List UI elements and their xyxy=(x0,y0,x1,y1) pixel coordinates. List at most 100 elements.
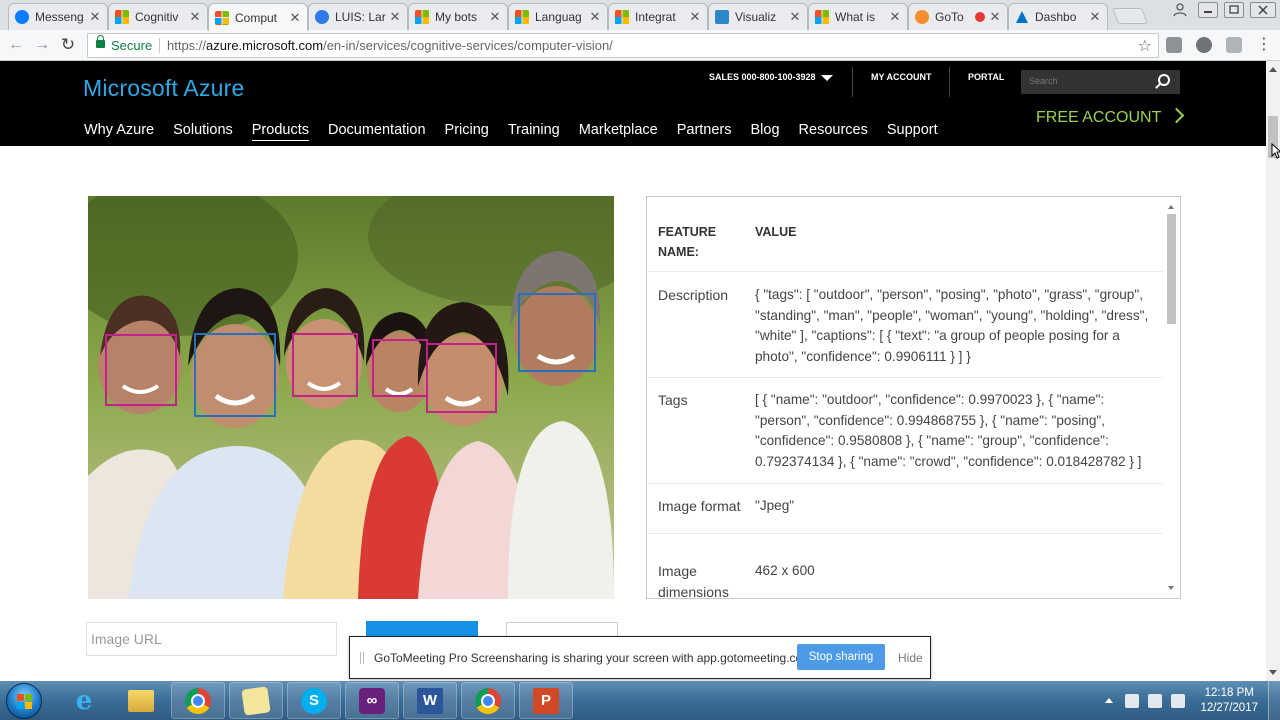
tab-computer-vision[interactable]: Comput ✕ xyxy=(208,3,308,31)
tab-messenger[interactable]: Messeng ✕ xyxy=(8,3,108,30)
address-bar[interactable]: Secure https://azure.microsoft.com/en-in… xyxy=(87,33,1159,58)
url-domain: azure.microsoft.com xyxy=(206,38,324,53)
analysis-results-table[interactable]: FEATURE NAME: VALUE Description { "tags":… xyxy=(646,196,1181,599)
tab-cognitive[interactable]: Cognitiv ✕ xyxy=(108,3,208,30)
browser-toolbar: ← → ↻ Secure https://azure.microsoft.com… xyxy=(0,30,1280,61)
nav-documentation[interactable]: Documentation xyxy=(328,122,426,138)
scroll-thumb[interactable] xyxy=(1167,214,1176,324)
restore-button[interactable] xyxy=(1224,2,1244,18)
row-divider xyxy=(647,377,1163,378)
close-tab-icon[interactable]: ✕ xyxy=(389,9,401,25)
close-tab-icon[interactable]: ✕ xyxy=(89,9,101,25)
tab-what-is[interactable]: What is ✕ xyxy=(808,3,908,30)
tab-language[interactable]: Languag ✕ xyxy=(508,3,608,30)
tab-label: Messeng xyxy=(35,10,84,24)
sharing-message: GoToMeeting Pro Screensharing is sharing… xyxy=(374,651,816,665)
bookmark-star-icon[interactable]: ☆ xyxy=(1138,36,1152,56)
close-tab-icon[interactable]: ✕ xyxy=(989,9,1001,25)
taskbar-skype[interactable]: S xyxy=(287,682,341,719)
free-account-link[interactable]: FREE ACCOUNT xyxy=(1036,107,1185,127)
tab-dashboard[interactable]: Dashbo ✕ xyxy=(1008,3,1108,30)
taskbar-visual-studio[interactable]: ∞ xyxy=(345,682,399,719)
azure-logo[interactable]: Microsoft Azure xyxy=(83,75,245,102)
show-hidden-icons-icon[interactable] xyxy=(1105,698,1114,703)
nav-pricing[interactable]: Pricing xyxy=(445,122,489,138)
nav-solutions[interactable]: Solutions xyxy=(173,122,233,138)
chevron-right-icon xyxy=(1169,107,1185,124)
close-tab-icon[interactable]: ✕ xyxy=(689,9,701,25)
tab-visualize[interactable]: Visualiz ✕ xyxy=(708,3,808,30)
tab-integrate[interactable]: Integrat ✕ xyxy=(608,3,708,30)
nav-blog[interactable]: Blog xyxy=(751,122,780,138)
close-tab-icon[interactable]: ✕ xyxy=(889,9,901,25)
nav-support[interactable]: Support xyxy=(887,122,938,138)
user-icon[interactable] xyxy=(1172,2,1192,18)
taskbar-sticky-notes[interactable] xyxy=(229,682,283,719)
image-url-input[interactable]: Image URL xyxy=(86,622,337,656)
scroll-up-icon[interactable] xyxy=(1168,205,1174,209)
tab-gotomeeting[interactable]: GoTo ✕ xyxy=(908,3,1008,30)
feature-value: 462 x 600 xyxy=(755,563,815,578)
tab-label: Comput xyxy=(235,10,278,25)
close-tab-icon[interactable]: ✕ xyxy=(789,9,801,25)
nav-products[interactable]: Products xyxy=(251,122,310,141)
header-text: NAME: xyxy=(658,245,699,259)
extension-icon[interactable] xyxy=(1226,37,1242,53)
volume-icon[interactable] xyxy=(1171,693,1186,708)
close-tab-icon[interactable]: ✕ xyxy=(189,9,201,25)
back-arrow-icon[interactable]: ← xyxy=(6,35,26,55)
nav-why-azure[interactable]: Why Azure xyxy=(84,122,154,138)
microsoft-icon xyxy=(215,10,229,25)
tab-luis[interactable]: LUIS: Lar ✕ xyxy=(308,3,408,30)
tab-my-bots[interactable]: My bots ✕ xyxy=(408,3,508,30)
nav-partners[interactable]: Partners xyxy=(677,122,732,138)
microsoft-icon xyxy=(515,10,529,24)
scroll-down-icon[interactable] xyxy=(1168,586,1174,590)
extension-icon[interactable] xyxy=(1196,37,1212,53)
file-explorer-icon xyxy=(128,689,154,712)
minimize-button[interactable] xyxy=(1198,2,1218,18)
taskbar-word[interactable]: W xyxy=(403,682,457,719)
sales-phone-dropdown[interactable]: SALES 000-800-100-3928 xyxy=(709,72,833,82)
nav-marketplace[interactable]: Marketplace xyxy=(579,122,658,138)
close-tab-icon[interactable]: ✕ xyxy=(1089,9,1101,25)
windows-taskbar: e S ∞ W P 12:18 PM 12/27/2017 xyxy=(0,681,1280,720)
search-input[interactable]: Search xyxy=(1021,70,1180,94)
tab-label: LUIS: Lar xyxy=(335,10,386,24)
taskbar-chrome[interactable] xyxy=(171,682,225,719)
nav-resources[interactable]: Resources xyxy=(799,122,868,138)
start-button[interactable] xyxy=(6,683,42,719)
forward-arrow-icon[interactable]: → xyxy=(32,35,52,55)
clock[interactable]: 12:18 PM 12/27/2017 xyxy=(1200,686,1258,716)
taskbar-powerpoint[interactable]: P xyxy=(519,682,573,719)
scroll-up-icon[interactable] xyxy=(1269,67,1277,72)
my-account-link[interactable]: MY ACCOUNT xyxy=(871,72,932,82)
drag-handle[interactable] xyxy=(360,652,364,664)
network-icon[interactable] xyxy=(1148,693,1163,708)
close-tab-icon[interactable]: ✕ xyxy=(289,10,301,26)
show-desktop-button[interactable] xyxy=(1268,681,1280,720)
close-window-button[interactable] xyxy=(1250,2,1276,18)
taskbar-file-explorer[interactable] xyxy=(114,682,168,719)
screensharing-banner: GoToMeeting Pro Screensharing is sharing… xyxy=(349,636,931,679)
table-scrollbar[interactable] xyxy=(1163,197,1180,598)
nav-training[interactable]: Training xyxy=(508,122,560,138)
taskbar-chrome-2[interactable] xyxy=(461,682,515,719)
stop-sharing-button[interactable]: Stop sharing xyxy=(797,644,885,670)
taskbar-internet-explorer[interactable]: e xyxy=(57,682,111,719)
new-tab-button[interactable] xyxy=(1112,8,1148,24)
menu-icon[interactable]: ⋮ xyxy=(1254,35,1274,55)
analyzed-photo xyxy=(88,196,614,599)
clock-time: 12:18 PM xyxy=(1204,686,1254,699)
portal-link[interactable]: PORTAL xyxy=(968,72,1004,82)
search-icon[interactable] xyxy=(1158,74,1170,86)
close-tab-icon[interactable]: ✕ xyxy=(589,9,601,25)
close-tab-icon[interactable]: ✕ xyxy=(489,9,501,25)
secure-label: Secure xyxy=(111,38,153,53)
action-center-flag-icon[interactable] xyxy=(1125,693,1140,708)
extension-icon[interactable] xyxy=(1166,37,1182,53)
scroll-down-icon[interactable] xyxy=(1269,670,1277,675)
hide-link[interactable]: Hide xyxy=(898,651,923,665)
reload-icon[interactable]: ↻ xyxy=(58,35,78,55)
search-placeholder: Search xyxy=(1029,76,1058,86)
